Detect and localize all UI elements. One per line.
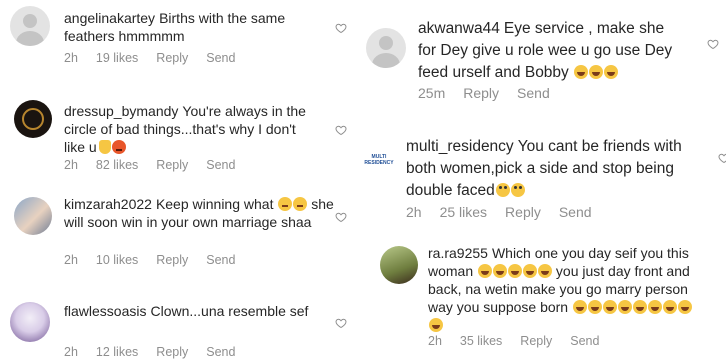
comment-text: Keep winning what xyxy=(155,196,274,212)
heart-outline-icon[interactable] xyxy=(718,152,726,164)
reply-button[interactable]: Reply xyxy=(520,334,552,348)
avatar[interactable]: MULTI RESIDENCY xyxy=(362,140,400,182)
comment-likes[interactable]: 25 likes xyxy=(440,204,487,220)
laughing-emoji-icon xyxy=(617,300,632,314)
comment-likes[interactable]: 10 likes xyxy=(96,253,138,267)
comment-username[interactable]: multi_residency xyxy=(406,138,514,155)
comment-time: 2h xyxy=(64,158,78,172)
laughing-emoji-icon xyxy=(677,300,692,314)
comment-time: 25m xyxy=(418,85,446,101)
default-avatar-icon[interactable] xyxy=(366,28,406,68)
send-button[interactable]: Send xyxy=(559,204,592,220)
reply-button[interactable]: Reply xyxy=(505,204,541,220)
laughing-emoji-icon xyxy=(572,300,587,314)
send-button[interactable]: Send xyxy=(206,51,235,65)
reply-button[interactable]: Reply xyxy=(156,345,188,359)
angry-face-emoji-icon xyxy=(111,140,126,154)
avatar[interactable] xyxy=(380,246,418,284)
comment-time: 2h xyxy=(64,51,78,65)
comment-likes[interactable]: 19 likes xyxy=(96,51,138,65)
comment-username[interactable]: ra.ra9255 xyxy=(428,245,488,261)
send-button[interactable]: Send xyxy=(206,345,235,359)
reply-button[interactable]: Reply xyxy=(463,85,499,101)
comment-username[interactable]: kimzarah2022 xyxy=(64,196,152,212)
comment-angelinakartey: angelinakartey Births with the same feath… xyxy=(0,0,360,80)
avatar[interactable] xyxy=(14,197,52,235)
comment-username[interactable]: dressup_bymandy xyxy=(64,103,178,119)
comment-multi-residency: MULTI RESIDENCY multi_residency You cant … xyxy=(362,128,726,228)
avatar[interactable] xyxy=(10,302,50,342)
laughing-emoji-icon xyxy=(478,264,493,278)
laughing-emoji-icon xyxy=(589,65,604,79)
comment-text: Clown...una resemble sef xyxy=(150,303,309,319)
comment-akwanwa44: akwanwa44 Eye service , make she for Dey … xyxy=(362,0,726,120)
eye-roll-emoji-icon xyxy=(495,183,510,197)
send-button[interactable]: Send xyxy=(206,253,235,267)
comment-time: 2h xyxy=(428,334,442,348)
send-button[interactable]: Send xyxy=(570,334,599,348)
heart-outline-icon[interactable] xyxy=(335,211,347,223)
heart-outline-icon[interactable] xyxy=(707,38,719,50)
comment-likes[interactable]: 82 likes xyxy=(96,158,138,172)
heart-outline-icon[interactable] xyxy=(335,22,347,34)
avatar-logo-text: MULTI RESIDENCY xyxy=(364,154,394,166)
reply-button[interactable]: Reply xyxy=(156,51,188,65)
laughing-emoji-icon xyxy=(647,300,662,314)
comment-username[interactable]: angelinakartey xyxy=(64,10,155,26)
send-button[interactable]: Send xyxy=(517,85,550,101)
comment-likes[interactable]: 12 likes xyxy=(96,345,138,359)
comment-kimzarah2022: kimzarah2022 Keep winning what she will s… xyxy=(0,185,360,280)
laughing-emoji-icon xyxy=(493,264,508,278)
thinking-face-emoji-icon xyxy=(278,197,293,211)
comment-flawlessoasis: flawlessoasis Clown...una resemble sef 2h… xyxy=(0,290,360,363)
laughing-emoji-icon xyxy=(508,264,523,278)
comment-ra-ra9255: ra.ra9255 Which one you day seif you this… xyxy=(362,238,726,363)
laughing-emoji-icon xyxy=(538,264,553,278)
thinking-face-emoji-icon xyxy=(293,197,308,211)
comment-time: 2h xyxy=(406,204,422,220)
comment-time: 2h xyxy=(64,345,78,359)
comment-username[interactable]: flawlessoasis xyxy=(64,303,146,319)
comments-column-left: angelinakartey Births with the same feath… xyxy=(0,0,360,363)
send-button[interactable]: Send xyxy=(206,158,235,172)
comments-column-right: akwanwa44 Eye service , make she for Dey … xyxy=(362,0,726,363)
laughing-emoji-icon xyxy=(523,264,538,278)
laughing-emoji-icon xyxy=(632,300,647,314)
laughing-emoji-icon xyxy=(574,65,589,79)
heart-outline-icon[interactable] xyxy=(335,124,347,136)
avatar[interactable] xyxy=(14,100,52,138)
comment-dressup-bymandy: dressup_bymandy You're always in the circ… xyxy=(0,90,360,180)
laughing-emoji-icon xyxy=(662,300,677,314)
reply-button[interactable]: Reply xyxy=(156,253,188,267)
laughing-emoji-icon xyxy=(604,65,619,79)
laughing-emoji-icon xyxy=(587,300,602,314)
comment-time: 2h xyxy=(64,253,78,267)
laughing-emoji-icon xyxy=(429,318,443,332)
laughing-emoji-icon xyxy=(602,300,617,314)
comment-username[interactable]: akwanwa44 xyxy=(418,20,500,37)
eye-roll-emoji-icon xyxy=(510,183,525,197)
comment-likes[interactable]: 35 likes xyxy=(460,334,502,348)
thumbs-down-emoji-icon xyxy=(98,140,111,154)
default-avatar-icon[interactable] xyxy=(10,6,50,46)
reply-button[interactable]: Reply xyxy=(156,158,188,172)
heart-outline-icon[interactable] xyxy=(335,317,347,329)
